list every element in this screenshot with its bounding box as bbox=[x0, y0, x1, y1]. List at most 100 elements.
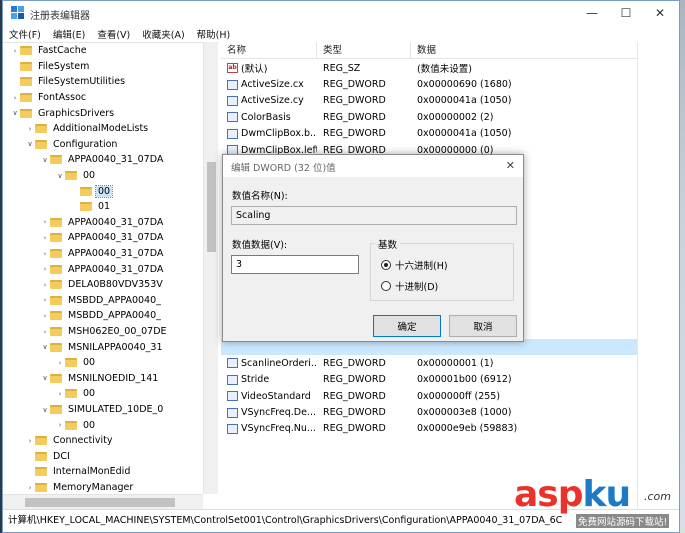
tree-item[interactable]: DCI bbox=[25, 449, 72, 465]
tree-item[interactable]: InternalMonEdid bbox=[25, 464, 132, 480]
collapsed-chevron-icon[interactable]: › bbox=[40, 234, 50, 242]
tree-item[interactable]: › 00 bbox=[55, 417, 97, 433]
menu-file[interactable]: 文件(F) bbox=[3, 27, 47, 41]
cancel-button[interactable]: 取消 bbox=[449, 315, 517, 337]
hex-radio[interactable]: 十六进制(H) bbox=[381, 258, 448, 272]
dword-value-icon bbox=[227, 374, 238, 385]
value-row[interactable]: VSyncFreq.Nu... REG_DWORD 0x0000e9eb (5988… bbox=[221, 421, 637, 437]
tree-item[interactable]: › AdditionalModeLists bbox=[25, 121, 150, 137]
value-row[interactable]: Stride REG_DWORD 0x00001b00 (6912) bbox=[221, 372, 637, 388]
tree-item[interactable]: ∨ 00 bbox=[55, 168, 97, 184]
tree-item-label: 01 bbox=[98, 201, 111, 213]
value-row[interactable]: VSyncFreq.De... REG_DWORD 0x000003e8 (1000… bbox=[221, 404, 637, 420]
expanded-chevron-icon[interactable]: ∨ bbox=[40, 374, 50, 382]
collapsed-chevron-icon[interactable]: › bbox=[40, 312, 50, 320]
collapsed-chevron-icon[interactable]: › bbox=[10, 94, 20, 102]
tree-item[interactable]: FileSystemUtilities bbox=[10, 74, 127, 90]
expanded-chevron-icon[interactable]: ∨ bbox=[10, 109, 20, 117]
collapsed-chevron-icon[interactable]: › bbox=[40, 281, 50, 289]
menu-view[interactable]: 查看(V) bbox=[91, 27, 136, 41]
value-name-cell: ab (默认) bbox=[221, 61, 317, 75]
tree-vertical-scrollbar[interactable] bbox=[203, 42, 218, 494]
column-header-type[interactable]: 类型 bbox=[317, 42, 411, 58]
collapsed-chevron-icon[interactable]: › bbox=[25, 437, 35, 445]
tree-item[interactable]: › FastCache bbox=[10, 43, 89, 59]
tree-item[interactable]: › APPA0040_31_07DA bbox=[40, 246, 165, 262]
title-bar[interactable]: 注册表编辑器 — ☐ ✕ bbox=[3, 1, 679, 25]
tree-item[interactable]: ∨ Configuration bbox=[25, 137, 119, 153]
tree-item[interactable]: › APPA0040_31_07DA bbox=[40, 215, 165, 231]
maximize-button[interactable]: ☐ bbox=[609, 1, 643, 25]
dialog-close-icon[interactable]: ✕ bbox=[506, 159, 515, 172]
tree-item[interactable]: › FontAssoc bbox=[10, 90, 88, 106]
tree-item[interactable]: › MSBDD_APPA0040_ bbox=[40, 293, 163, 309]
collapsed-chevron-icon[interactable]: › bbox=[55, 421, 65, 429]
tree-item[interactable]: › Connectivity bbox=[25, 433, 115, 449]
value-type-cell: REG_DWORD bbox=[323, 95, 386, 107]
value-row[interactable]: DwmClipBox.b... REG_DWORD 0x0000041a (1050… bbox=[221, 126, 637, 142]
column-header-data[interactable]: 数据 bbox=[411, 42, 637, 58]
tree-item[interactable]: 01 bbox=[70, 199, 112, 215]
value-row[interactable]: ab (默认) REG_SZ (数值未设置) bbox=[221, 60, 637, 76]
tree-item[interactable]: › MSH062E0_00_07DE bbox=[40, 324, 169, 340]
folder-icon bbox=[50, 280, 62, 290]
collapsed-chevron-icon[interactable]: › bbox=[55, 390, 65, 398]
value-row[interactable]: VideoStandard REG_DWORD 0x000000ff (255) bbox=[221, 388, 637, 404]
collapsed-chevron-icon[interactable]: › bbox=[10, 47, 20, 55]
ok-button[interactable]: 确定 bbox=[373, 315, 441, 337]
collapsed-chevron-icon[interactable]: › bbox=[40, 265, 50, 273]
menu-edit[interactable]: 编辑(E) bbox=[47, 27, 91, 41]
tree-item[interactable]: › APPA0040_31_07DA bbox=[40, 230, 165, 246]
dec-radio[interactable]: 十进制(D) bbox=[381, 279, 438, 293]
tree-item[interactable]: FileSystem bbox=[10, 59, 91, 75]
value-name-text: ScanlineOrderi... bbox=[241, 357, 317, 369]
tree-item[interactable]: › APPA0040_31_07DA bbox=[40, 261, 165, 277]
close-button[interactable]: ✕ bbox=[643, 1, 677, 25]
tree-item[interactable]: ∨ SIMULATED_10DE_0 bbox=[40, 402, 165, 418]
tree-item-label: MSNILAPPA0040_31 bbox=[68, 341, 163, 353]
expanded-chevron-icon[interactable]: ∨ bbox=[25, 140, 35, 148]
tree-item[interactable]: ∨ GraphicsDrivers bbox=[10, 105, 116, 121]
collapsed-chevron-icon[interactable]: › bbox=[40, 328, 50, 336]
value-row[interactable]: ActiveSize.cx REG_DWORD 0x00000690 (1680) bbox=[221, 76, 637, 92]
collapsed-chevron-icon[interactable]: › bbox=[40, 250, 50, 258]
expanded-chevron-icon[interactable]: ∨ bbox=[40, 343, 50, 351]
collapsed-chevron-icon[interactable]: › bbox=[40, 296, 50, 304]
folder-icon bbox=[50, 327, 62, 337]
tree-item-label: APPA0040_31_07DA bbox=[68, 154, 164, 166]
tree-item[interactable]: › MSBDD_APPA0040_ bbox=[40, 308, 163, 324]
dialog-title-bar[interactable]: 编辑 DWORD (32 位)值 ✕ bbox=[223, 155, 523, 177]
scrollbar-thumb[interactable] bbox=[207, 162, 216, 252]
tree-item[interactable]: › 00 bbox=[55, 386, 97, 402]
tree-item[interactable]: ∨ APPA0040_31_07DA bbox=[40, 152, 165, 168]
tree-item[interactable]: ∨ MSNILNOEDID_141 bbox=[40, 371, 160, 387]
collapsed-chevron-icon[interactable]: › bbox=[55, 359, 65, 367]
tree-item[interactable]: 00 bbox=[70, 183, 114, 199]
tree-item[interactable]: ∨ MSNILAPPA0040_31 bbox=[40, 339, 165, 355]
expanded-chevron-icon[interactable]: ∨ bbox=[55, 172, 65, 180]
tree-item-label: APPA0040_31_07DA bbox=[68, 216, 164, 228]
collapsed-chevron-icon[interactable]: › bbox=[25, 125, 35, 133]
value-row[interactable]: ActiveSize.cy REG_DWORD 0x0000041a (1050) bbox=[221, 93, 637, 109]
tree-item[interactable]: › 00 bbox=[55, 355, 97, 371]
menu-help[interactable]: 帮助(H) bbox=[191, 27, 237, 41]
value-row[interactable]: ScanlineOrderi... REG_DWORD 0x00000001 (1) bbox=[221, 355, 637, 371]
expanded-chevron-icon[interactable]: ∨ bbox=[40, 406, 50, 414]
minimize-button[interactable]: — bbox=[575, 1, 609, 25]
collapsed-chevron-icon[interactable]: › bbox=[25, 484, 35, 492]
tree-horizontal-scrollbar[interactable] bbox=[3, 494, 203, 509]
tree-item-label: APPA0040_31_07DA bbox=[68, 248, 164, 260]
tree-item[interactable]: › DELA0B80VDV353V bbox=[40, 277, 165, 293]
scrollbar-thumb[interactable] bbox=[25, 498, 175, 507]
column-header-name[interactable]: 名称 bbox=[221, 42, 317, 58]
value-name-cell: VideoStandard bbox=[221, 391, 317, 402]
value-name-field: Scaling bbox=[231, 206, 517, 225]
tree-item-label: MSBDD_APPA0040_ bbox=[68, 294, 161, 306]
expanded-chevron-icon[interactable]: ∨ bbox=[40, 156, 50, 164]
value-row[interactable]: ColorBasis REG_DWORD 0x00000002 (2) bbox=[221, 109, 637, 125]
registry-key-tree: › FastCache FileSystem FileSystemUtilities ›… bbox=[3, 42, 219, 509]
collapsed-chevron-icon[interactable]: › bbox=[40, 218, 50, 226]
menu-favorites[interactable]: 收藏夹(A) bbox=[136, 27, 190, 41]
tree-item-label: FastCache bbox=[38, 45, 87, 57]
value-data-input[interactable]: 3 bbox=[231, 255, 359, 274]
